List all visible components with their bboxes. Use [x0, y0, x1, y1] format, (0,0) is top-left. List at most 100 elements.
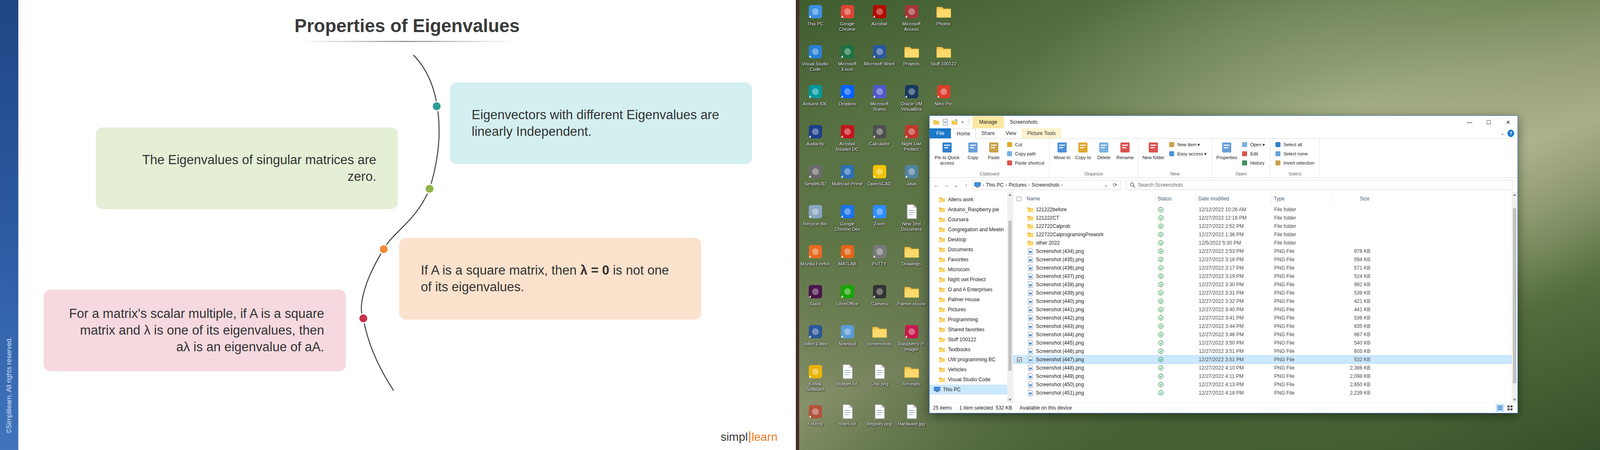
breadcrumb[interactable]: Screenshots: [1031, 182, 1060, 188]
search-field[interactable]: Search Screenshots: [1125, 180, 1513, 190]
navigation-item[interactable]: UW programming BC: [929, 354, 1008, 365]
file-row[interactable]: Screenshot (436).png12/27/2022 3:17 PMPN…: [1013, 263, 1512, 273]
maximize-button[interactable]: ☐: [1479, 115, 1499, 129]
ribbon-button[interactable]: Delete: [1093, 140, 1114, 162]
file-row[interactable]: 121222before12/12/2022 10:26 AMFile fold…: [1013, 205, 1512, 214]
address-dropdown[interactable]: ⌄: [1102, 182, 1110, 188]
file-row[interactable]: Screenshot (447).png12/27/2022 3:51 PMPN…: [1013, 355, 1512, 364]
navigation-item[interactable]: Night owl Protect: [929, 274, 1008, 285]
navigation-item[interactable]: Visual Studio Code: [929, 374, 1008, 385]
ribbon-button[interactable]: New item ▾: [1168, 140, 1210, 150]
navigation-item[interactable]: Favorites: [929, 254, 1008, 265]
tiles-view-button[interactable]: [1505, 404, 1515, 412]
file-row[interactable]: Screenshot (441).png12/27/2022 3:40 PMPN…: [1013, 305, 1512, 314]
scroll-thumb[interactable]: [1008, 220, 1012, 371]
minimize-button[interactable]: —: [1460, 115, 1480, 129]
new-folder-icon[interactable]: [951, 118, 958, 126]
column-header[interactable]: Type: [1271, 193, 1333, 204]
file-row[interactable]: Screenshot (448).png12/27/2022 4:10 PMPN…: [1013, 363, 1512, 373]
desktop-icon[interactable]: Microsoft Teams: [863, 81, 896, 122]
file-row[interactable]: Screenshot (439).png12/27/2022 3:31 PMPN…: [1013, 288, 1512, 298]
desktop-icon[interactable]: Slack: [799, 281, 832, 322]
desktop-icon[interactable]: Registry.png: [863, 401, 896, 442]
navigation-scrollbar[interactable]: [1007, 192, 1013, 403]
file-row[interactable]: Screenshot (450).png12/27/2022 4:13 PMPN…: [1013, 380, 1512, 389]
navigation-item[interactable]: Pictures: [929, 304, 1008, 315]
desktop-icon[interactable]: LibreOffice: [831, 281, 864, 322]
up-button[interactable]: ↑: [962, 181, 971, 189]
file-row[interactable]: Screenshot (451).png12/27/2022 4:18 PMPN…: [1013, 388, 1512, 398]
ribbon-tab[interactable]: File: [929, 128, 951, 139]
breadcrumb[interactable]: This PC: [985, 182, 1004, 188]
desktop-icon[interactable]: budget.txt: [831, 361, 864, 402]
desktop-icon[interactable]: Projects: [895, 41, 928, 82]
column-header[interactable]: Size: [1332, 193, 1373, 204]
column-header[interactable]: Name: [1024, 193, 1155, 204]
file-row[interactable]: other 202212/5/2022 5:30 PMFile folder: [1013, 238, 1512, 248]
desktop-icon[interactable]: Camera: [863, 281, 896, 322]
desktop-icon[interactable]: Palmer House: [895, 281, 928, 322]
file-row[interactable]: Screenshot (435).png12/27/2022 3:16 PMPN…: [1013, 255, 1512, 264]
properties-icon[interactable]: [942, 118, 949, 126]
row-checkbox-cell[interactable]: [1013, 357, 1025, 363]
navigation-item[interactable]: Shared favorites: [929, 324, 1008, 335]
desktop-icon[interactable]: PuTTY: [863, 241, 896, 282]
column-header[interactable]: Status: [1155, 193, 1196, 204]
navigation-item[interactable]: This PC: [929, 384, 1008, 395]
close-button[interactable]: ✕: [1498, 115, 1518, 129]
file-row[interactable]: Screenshot (437).png12/27/2022 3:19 PMPN…: [1013, 272, 1512, 281]
ribbon-tab[interactable]: Share: [975, 128, 1000, 139]
desktop-icon[interactable]: Kodak Software: [799, 361, 832, 402]
desktop-icon[interactable]: Java: [895, 161, 928, 202]
checkbox[interactable]: [1016, 196, 1022, 202]
desktop-icon[interactable]: screenshots: [863, 321, 896, 362]
desktop-icon[interactable]: Photos: [927, 1, 960, 42]
desktop-icon[interactable]: Oracle VM VirtualBox: [895, 81, 928, 122]
ribbon-button[interactable]: Invert selection: [1274, 158, 1317, 168]
ribbon-button[interactable]: Pin to Quick access: [932, 140, 963, 167]
expand-ribbon-button[interactable]: ⌄: [1497, 128, 1508, 139]
file-list-scrollbar[interactable]: [1511, 192, 1518, 403]
ribbon-tab[interactable]: Picture Tools: [1021, 128, 1061, 139]
desktop-icon[interactable]: This PC: [799, 1, 832, 42]
recent-locations-button[interactable]: ⌄: [952, 181, 961, 189]
file-row[interactable]: 122722CalprogramingPrework12/27/2022 1:3…: [1013, 230, 1512, 239]
scroll-down-icon[interactable]: [1008, 398, 1012, 401]
file-row[interactable]: 122722Calprob12/27/2022 2:52 PMFile fold…: [1013, 222, 1512, 231]
file-row[interactable]: Screenshot (449).png12/27/2022 4:11 PMPN…: [1013, 372, 1512, 381]
desktop-icon[interactable]: Google Chrome: [831, 1, 864, 42]
ribbon-button[interactable]: Copy: [962, 140, 983, 162]
ribbon-button[interactable]: Open ▾: [1241, 140, 1268, 150]
scroll-up-icon[interactable]: [1008, 193, 1012, 196]
desktop-icon[interactable]: Audacity: [799, 121, 832, 162]
desktop-icon[interactable]: MATLAB: [831, 241, 864, 282]
desktop-icon[interactable]: Mozilla Firefox: [799, 241, 832, 282]
ribbon-button[interactable]: Move to: [1052, 140, 1073, 162]
ribbon-button[interactable]: Properties: [1214, 140, 1239, 162]
desktop-icon[interactable]: Fritzing: [799, 401, 832, 442]
navigation-item[interactable]: Stuff 100122: [929, 334, 1008, 345]
desktop-icon[interactable]: Arduino IDE: [799, 81, 832, 122]
customize-dropdown-icon[interactable]: [960, 118, 965, 126]
desktop-icon[interactable]: Visual Studio Code: [799, 41, 832, 82]
navigation-item[interactable]: Vehicles: [929, 364, 1008, 375]
desktop-icon[interactable]: Night Owl Protect: [895, 121, 928, 162]
ribbon-button[interactable]: History: [1241, 158, 1268, 168]
desktop-icon[interactable]: Notepad: [831, 321, 864, 362]
ribbon-button[interactable]: Rename: [1114, 140, 1136, 162]
desktop-icon[interactable]: Acrobat Reader DC: [831, 121, 864, 162]
navigation-item[interactable]: Textbooks: [929, 344, 1008, 355]
desktop-icon[interactable]: Simplify3D: [799, 161, 832, 202]
navigation-item[interactable]: Allens work: [929, 194, 1008, 205]
file-row[interactable]: Screenshot (438).png12/27/2022 3:30 PMPN…: [1013, 280, 1512, 289]
help-button[interactable]: ?: [1507, 129, 1515, 138]
desktop-icon[interactable]: Google Chrome Dev: [831, 201, 864, 242]
ribbon-button[interactable]: Paste: [983, 140, 1004, 162]
navigation-item[interactable]: Coursera: [929, 214, 1008, 225]
address-bar[interactable]: ›This PC›Pictures›Screenshots›⌄⟳: [972, 180, 1121, 190]
desktop-icon[interactable]: Recycle Bin: [799, 201, 832, 242]
desktop-icon[interactable]: Chip.png: [863, 361, 896, 402]
navigation-item[interactable]: Microcom: [929, 264, 1008, 275]
ribbon-button[interactable]: Easy access ▾: [1168, 149, 1210, 159]
ribbon-button[interactable]: Paste shortcut: [1006, 158, 1047, 168]
